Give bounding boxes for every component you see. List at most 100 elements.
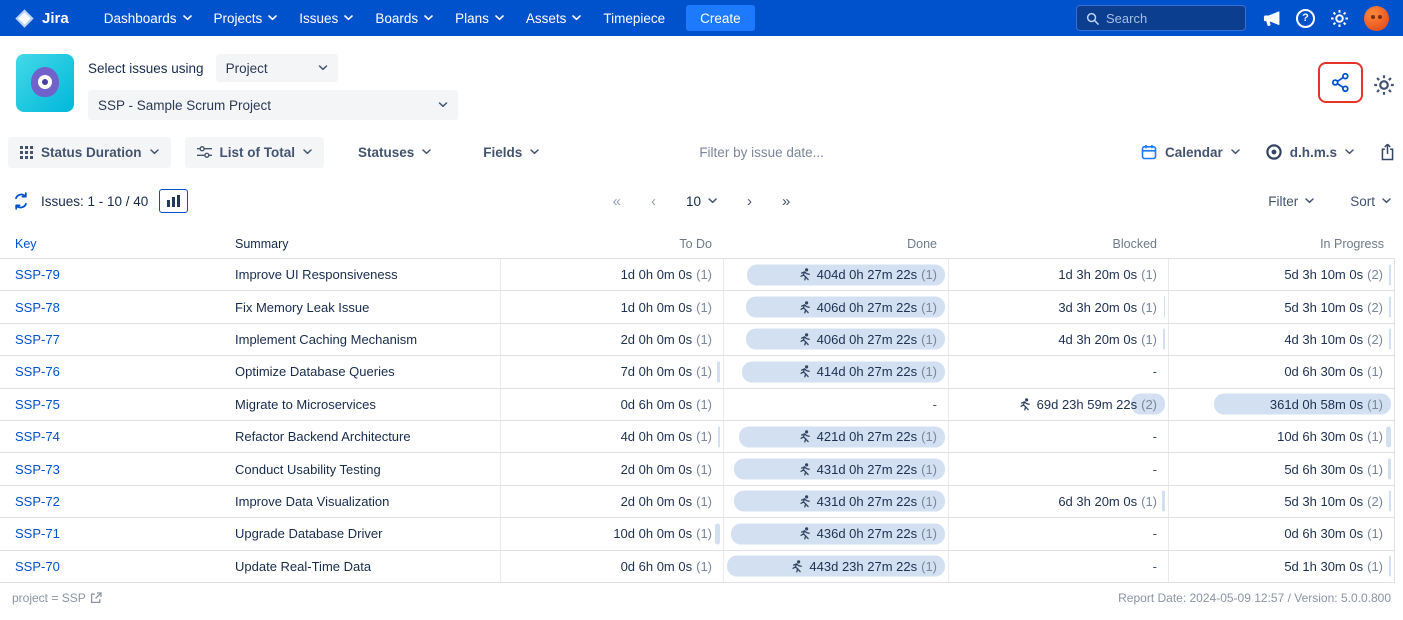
duration-value: 7d 0h 0m 0s [621,364,693,379]
nav-assets[interactable]: Assets [515,0,593,36]
duration-cell: 4d 3h 10m 0s (2) [1168,324,1395,355]
chevron-down-icon [708,198,717,204]
table-row[interactable]: SSP-76Optimize Database Queries7d 0h 0m … [0,356,1395,388]
page-size-select[interactable]: 10 [686,194,717,209]
issue-key-link[interactable]: SSP-72 [0,486,220,517]
duration-value: 5d 6h 30m 0s [1284,462,1363,477]
table-row[interactable]: SSP-72Improve Data Visualization2d 0h 0m… [0,486,1395,518]
table-row[interactable]: SSP-77Implement Caching Mechanism2d 0h 0… [0,324,1395,356]
table-row[interactable]: SSP-78Fix Memory Leak Issue1d 0h 0m 0s(1… [0,291,1395,323]
prev-page-button[interactable]: ‹ [651,194,656,209]
fields-select[interactable]: Fields [471,137,551,168]
duration-cell: 4d 3h 20m 0s(1) [948,324,1168,355]
issue-count: (2) [1367,332,1383,347]
issue-count: (1) [1141,300,1157,315]
chevron-down-icon [183,15,192,21]
nav-plans[interactable]: Plans [444,0,515,36]
empty-duration: - [1153,429,1157,444]
share-icon[interactable] [1330,72,1351,93]
column-header-todo: To Do [500,230,723,258]
duration-cell: 0d 6h 30m 0s(1) [1168,518,1395,549]
filter-menu[interactable]: Filter [1268,194,1314,209]
nav-boards[interactable]: Boards [364,0,444,36]
issue-date-filter-input[interactable] [699,145,859,160]
duration-value: 6d 3h 20m 0s [1058,494,1137,509]
runner-icon [1019,398,1031,411]
issue-key-link[interactable]: SSP-78 [0,291,220,322]
last-page-button[interactable]: » [782,194,790,209]
duration-cell: 414d 0h 27m 22s(1) [723,356,948,387]
chevron-down-icon [530,149,539,155]
calendar-view-select[interactable]: Calendar [1141,137,1240,168]
search-icon [1086,12,1099,25]
column-header-blocked: Blocked [948,230,1168,258]
table-row[interactable]: SSP-71Upgrade Database Driver10d 0h 0m 0… [0,518,1395,550]
project-select[interactable]: SSP - Sample Scrum Project [88,90,458,120]
first-page-button[interactable]: « [613,194,621,209]
duration-cell: - [948,356,1168,387]
issue-count: (1) [1367,559,1383,574]
refresh-icon[interactable] [12,192,30,210]
duration-cell: 7d 0h 0m 0s(1) [500,356,723,387]
export-icon[interactable] [1380,143,1395,161]
chart-view-button[interactable] [159,189,188,213]
duration-cell: 5d 6h 30m 0s(1) [1168,453,1395,484]
gadget-settings-gear-icon[interactable] [1373,74,1395,96]
duration-cell: 431d 0h 27m 22s(1) [723,453,948,484]
statuses-select[interactable]: Statuses [346,137,443,168]
nav-issues[interactable]: Issues [288,0,364,36]
report-toolbar: Status Duration List of Total Statuses F… [0,136,1403,168]
issue-source-select[interactable]: Project [216,54,338,82]
issue-summary: Improve UI Responsiveness [220,259,500,290]
issue-key-link[interactable]: SSP-75 [0,389,220,420]
search-input[interactable] [1106,11,1226,26]
duration-bar [1389,264,1392,285]
table-row[interactable]: SSP-74Refactor Backend Architecture4d 0h… [0,421,1395,453]
feedback-megaphone-icon[interactable] [1262,10,1281,27]
nav-timepiece[interactable]: Timepiece [592,0,676,36]
pagination-bar: Issues: 1 - 10 / 40 « ‹ 10 › » Filter So… [0,184,1403,218]
chevron-down-icon [572,15,581,21]
duration-cell: 443d 23h 27m 22s(1) [723,551,948,582]
runner-icon [799,463,811,476]
issue-key-link[interactable]: SSP-70 [0,551,220,582]
help-icon[interactable]: ? [1296,9,1315,28]
gear-icon[interactable] [1330,9,1349,28]
duration-value: 4d 3h 10m 0s [1284,332,1363,347]
chevron-down-icon [424,15,433,21]
search-box[interactable] [1076,5,1246,31]
jql-filter-link[interactable]: project = SSP [12,591,102,605]
issue-key-link[interactable]: SSP-77 [0,324,220,355]
issue-key-link[interactable]: SSP-73 [0,453,220,484]
user-avatar[interactable] [1364,6,1389,31]
duration-cell: 406d 0h 27m 22s(1) [723,291,948,322]
project-avatar [16,54,74,112]
next-page-button[interactable]: › [747,194,752,209]
table-row[interactable]: SSP-70Update Real-Time Data0d 6h 0m 0s(1… [0,551,1395,583]
grid-icon [20,146,33,159]
report-type-select[interactable]: Status Duration [8,137,171,168]
jira-home-link[interactable]: Jira [14,8,69,29]
sliders-icon [197,146,212,158]
duration-value: 436d 0h 27m 22s [817,526,917,541]
duration-value: 406d 0h 27m 22s [817,300,917,315]
duration-cell: 0d 6h 30m 0s(1) [1168,356,1395,387]
nav-projects[interactable]: Projects [203,0,289,36]
chevron-down-icon [1382,198,1391,204]
nav-dashboards[interactable]: Dashboards [93,0,203,36]
sort-menu[interactable]: Sort [1350,194,1391,209]
duration-cell: 5d 1h 30m 0s(1) [1168,551,1395,582]
issue-key-link[interactable]: SSP-71 [0,518,220,549]
aggregation-select[interactable]: List of Total [185,137,325,168]
table-row[interactable]: SSP-75Migrate to Microservices0d 6h 0m 0… [0,389,1395,421]
issue-count: (1) [921,267,937,282]
issue-key-link[interactable]: SSP-74 [0,421,220,452]
table-header-row: Key Summary To Do Done Blocked In Progre… [0,230,1395,258]
issue-count: (1) [921,364,937,379]
table-row[interactable]: SSP-73Conduct Usability Testing2d 0h 0m … [0,453,1395,485]
table-row[interactable]: SSP-79Improve UI Responsiveness1d 0h 0m … [0,259,1395,291]
time-units-select[interactable]: d.h.m.s [1266,137,1354,168]
issue-key-link[interactable]: SSP-79 [0,259,220,290]
issue-key-link[interactable]: SSP-76 [0,356,220,387]
create-button[interactable]: Create [686,5,755,31]
